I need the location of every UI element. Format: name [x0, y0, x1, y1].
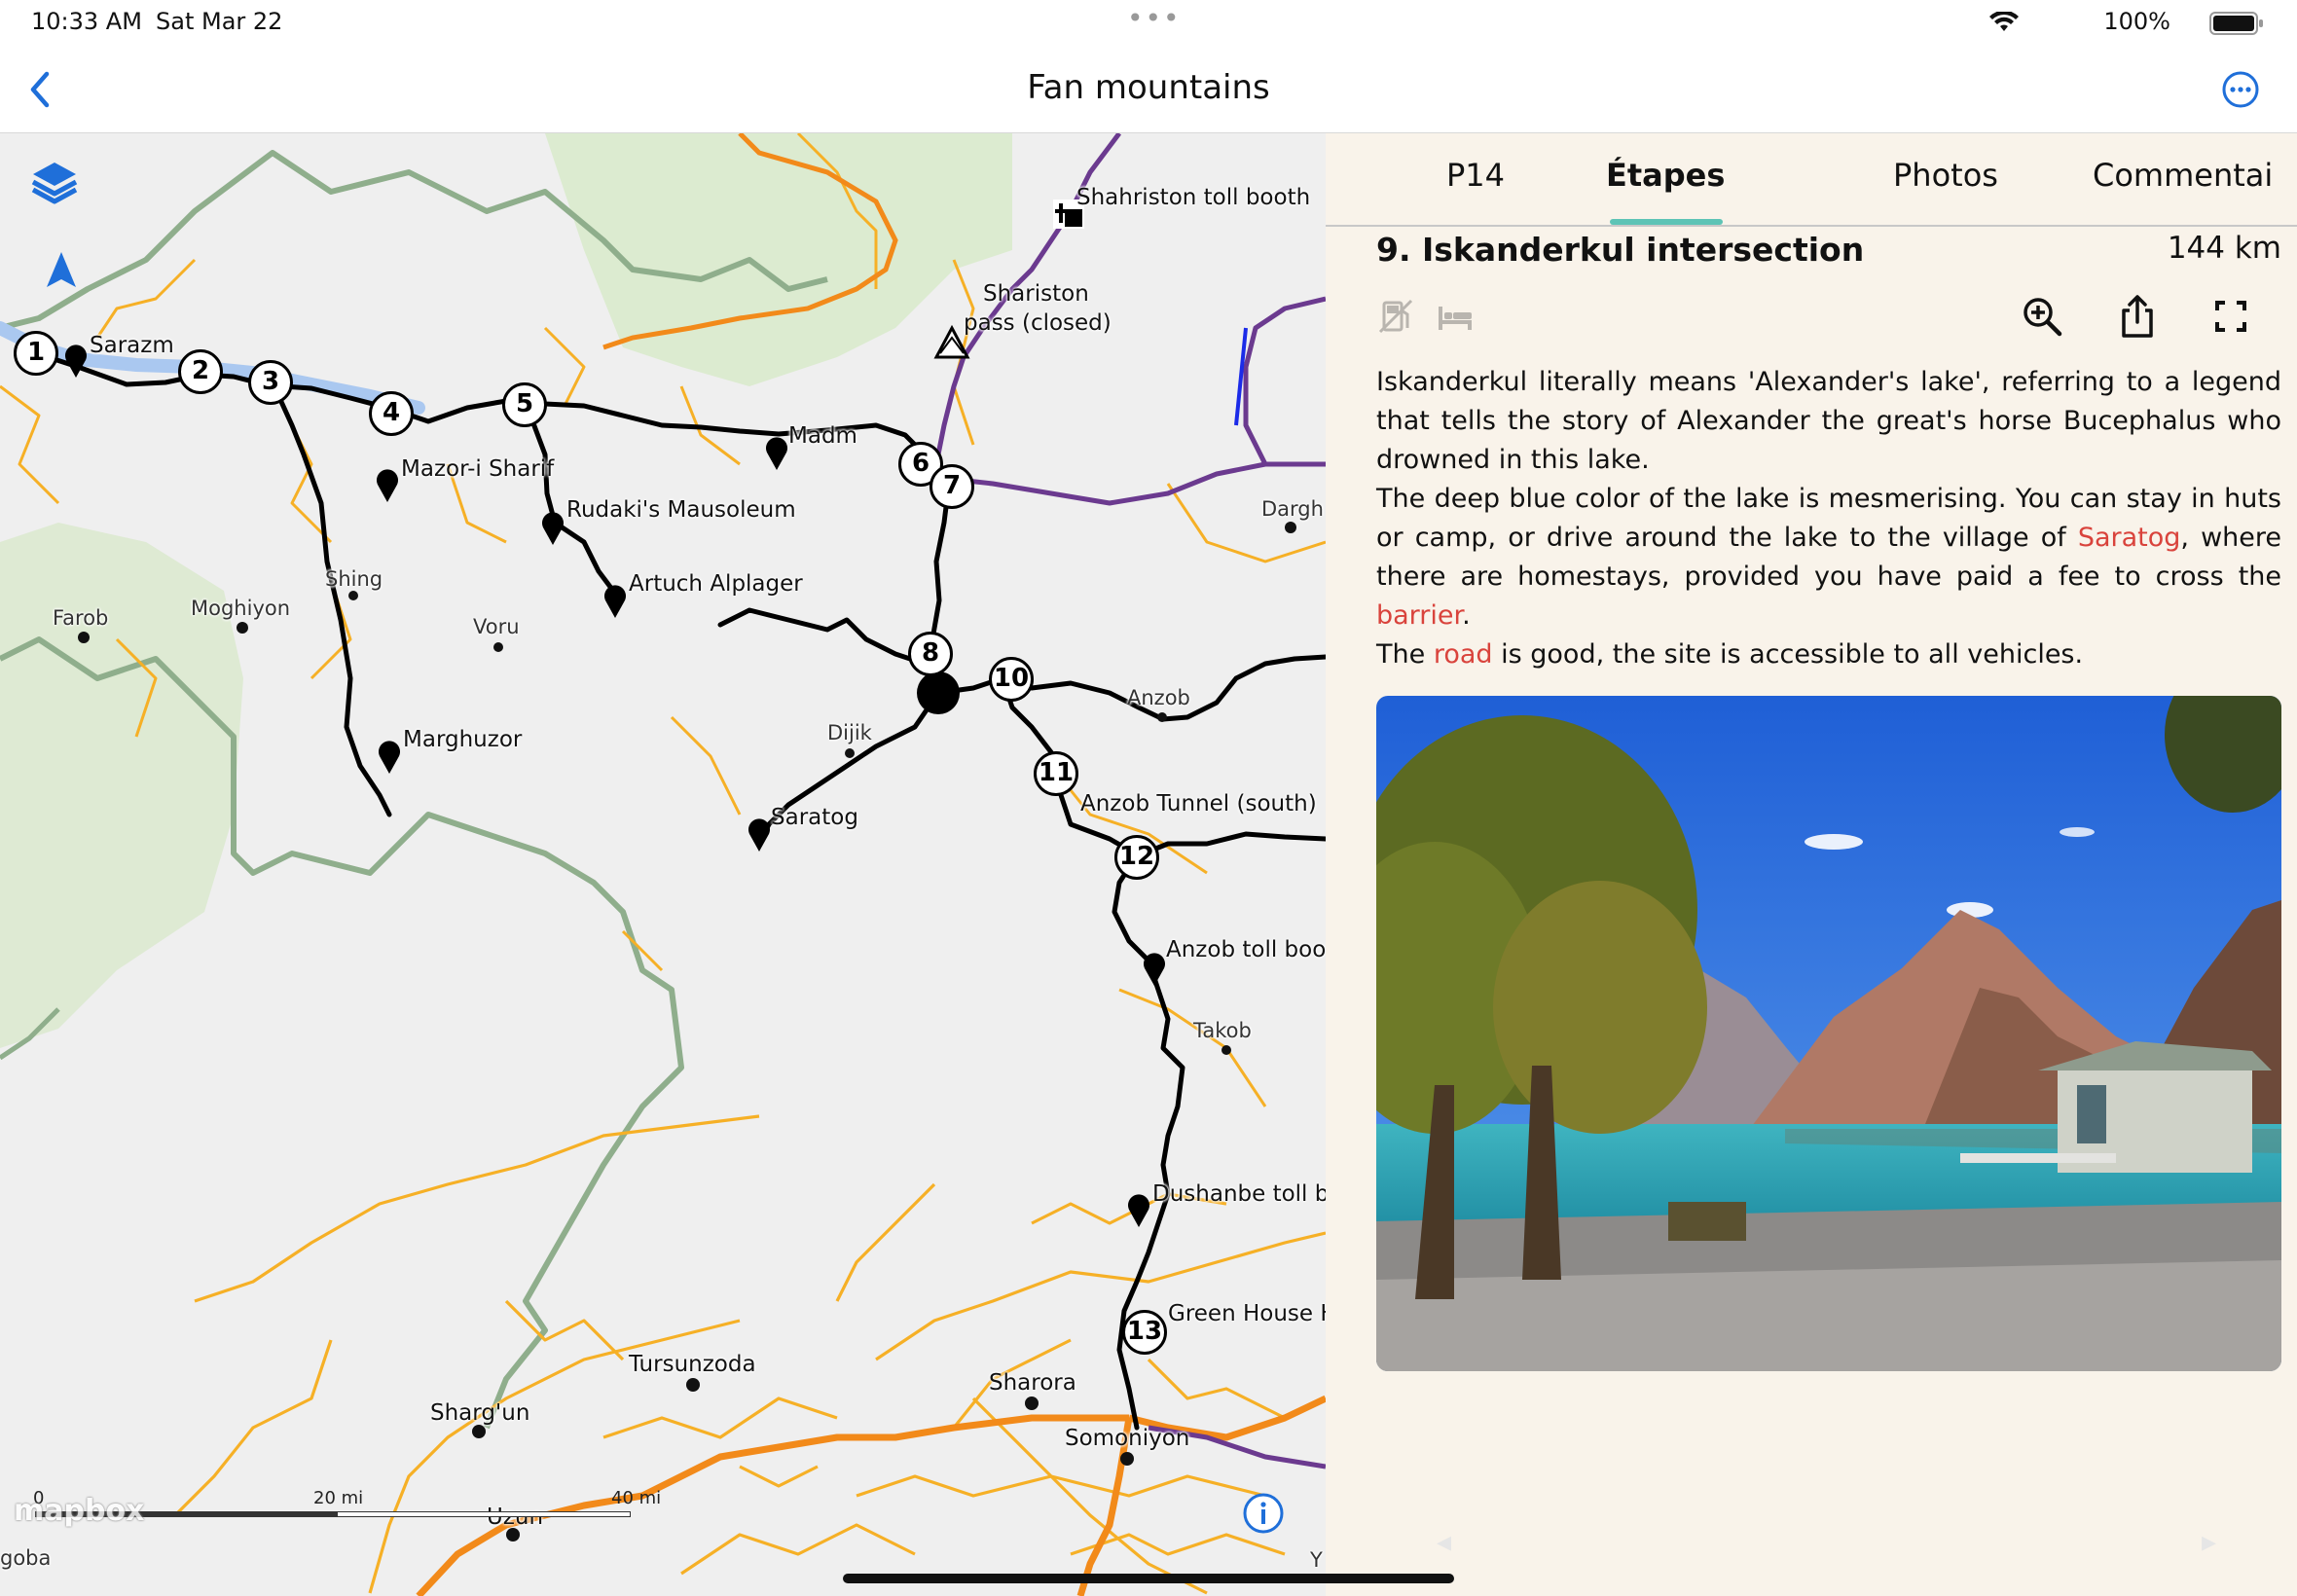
- poi-label-artuch: Artuch Alplager: [629, 571, 803, 597]
- ellipsis-circle-icon: [2222, 71, 2259, 108]
- stage-marker-5[interactable]: 5: [502, 382, 547, 427]
- poi-pin-saratog[interactable]: [746, 815, 773, 852]
- place-label-shargun: Sharg'un: [430, 1400, 530, 1426]
- stage-marker-13[interactable]: 13: [1122, 1310, 1167, 1355]
- lake-landscape-image: [1376, 696, 2281, 1371]
- stage-description: Iskanderkul literally means 'Alexander's…: [1376, 363, 2281, 674]
- battery-percent: 100%: [2103, 8, 2170, 35]
- link-barrier[interactable]: barrier: [1376, 600, 1462, 631]
- place-label-uzun: Uzun: [487, 1505, 544, 1530]
- pager-next-button[interactable]: ▸: [2202, 1525, 2216, 1559]
- place-label-goba: goba: [0, 1546, 52, 1570]
- location-arrow-icon: [47, 252, 76, 287]
- poi-label-shahriston-toll: Shahriston toll booth: [1076, 185, 1311, 210]
- scale-label-end: 40 mi: [611, 1488, 662, 1508]
- stage-marker-7[interactable]: 7: [930, 464, 974, 509]
- stage-marker-12[interactable]: 12: [1114, 835, 1159, 880]
- stage-photo[interactable]: [1376, 696, 2281, 1371]
- description-text: is good, the site is accessible to all v…: [1492, 639, 2084, 670]
- tab-bar: P14 Étapes Photos Commentai: [1326, 133, 2297, 227]
- tab-p14[interactable]: P14: [1446, 157, 1505, 194]
- poi-pin-dushanbe-toll[interactable]: [1125, 1190, 1152, 1227]
- poi-pin-madm[interactable]: [763, 433, 790, 470]
- zoom-in-icon[interactable]: [2019, 293, 2065, 340]
- stage-marker-1[interactable]: 1: [14, 331, 58, 376]
- tab-etapes[interactable]: Étapes: [1606, 157, 1725, 194]
- stage-marker-4[interactable]: 4: [369, 391, 414, 436]
- poi-label-sarazm: Sarazm: [90, 333, 174, 358]
- place-label-voru: Voru: [473, 615, 520, 638]
- poi-label-saratog: Saratog: [771, 805, 858, 830]
- place-label-farob: Farob: [53, 606, 109, 630]
- stage-distance: 144 km: [2167, 231, 2281, 266]
- link-saratog[interactable]: Saratog: [2078, 523, 2181, 553]
- share-icon[interactable]: [2114, 293, 2161, 340]
- place-label-shing: Shing: [325, 567, 383, 591]
- poi-pin-sarazm[interactable]: [62, 341, 90, 378]
- status-time: 10:33 AM: [31, 8, 142, 35]
- map-view[interactable]: 1 2 3 4 5 6 7 8 10 11 12 13 Sarazm Mazor…: [0, 133, 1326, 1596]
- place-label-tursunzoda: Tursunzoda: [629, 1352, 756, 1377]
- description-text: .: [1462, 600, 1471, 631]
- tab-photos[interactable]: Photos: [1893, 157, 1998, 194]
- link-road[interactable]: road: [1434, 639, 1493, 670]
- stage-marker-11[interactable]: 11: [1034, 751, 1078, 796]
- poi-label-rudaki: Rudaki's Mausoleum: [566, 497, 796, 523]
- poi-pin-rudaki[interactable]: [539, 508, 566, 545]
- poi-label-dushanbe-toll: Dushanbe toll bo: [1152, 1181, 1326, 1207]
- poi-label-shariston-pass-2: pass (closed): [964, 310, 1112, 336]
- fuel-icon: [1378, 299, 1413, 334]
- attribution-info-button[interactable]: [1242, 1492, 1285, 1535]
- status-bar: 10:33 AM Sat Mar 22 ••• 100%: [0, 0, 2297, 47]
- multitask-dots[interactable]: •••: [1127, 2, 1182, 34]
- mapbox-logo[interactable]: mapbox: [14, 1494, 144, 1528]
- poi-label-madm: Madm: [788, 423, 857, 449]
- stage-title: 9. Iskanderkul intersection: [1376, 231, 1865, 269]
- active-tab-indicator: [1610, 219, 1723, 225]
- poi-pin-anzob-toll[interactable]: [1141, 949, 1168, 986]
- place-label-takob: Takob: [1193, 1019, 1252, 1042]
- place-label-y: Y: [1310, 1548, 1323, 1572]
- place-label-dargh: Dargh: [1261, 497, 1324, 521]
- poi-pin-artuch[interactable]: [602, 581, 629, 618]
- layers-button[interactable]: [27, 157, 82, 211]
- scale-label-mid: 20 mi: [313, 1488, 364, 1508]
- detail-panel: P14 Étapes Photos Commentai 9. Iskanderk…: [1326, 133, 2297, 1596]
- poi-label-anzob-toll: Anzob toll bootl: [1166, 937, 1326, 962]
- poi-pin-marghuzor[interactable]: [376, 737, 403, 774]
- poi-label-shariston-pass-1: Shariston: [983, 281, 1089, 307]
- poi-label-anzob-tunnel: Anzob Tunnel (south): [1080, 791, 1317, 816]
- page-title: Fan mountains: [1027, 68, 1270, 107]
- place-label-anzob: Anzob: [1127, 686, 1190, 709]
- battery-icon: [2209, 12, 2263, 35]
- description-paragraph-3: The road is good, the site is accessible…: [1376, 635, 2281, 674]
- status-date: Sat Mar 22: [156, 8, 283, 35]
- layers-icon: [31, 163, 78, 204]
- wifi-icon: [1989, 12, 2019, 31]
- navigation-bar: Fan mountains: [0, 47, 2297, 133]
- description-paragraph-1: Iskanderkul literally means 'Alexander's…: [1376, 367, 2281, 475]
- info-icon: [1243, 1493, 1284, 1534]
- description-text: The: [1376, 639, 1434, 670]
- place-label-somoniyon: Somoniyon: [1065, 1426, 1190, 1451]
- home-indicator[interactable]: [843, 1574, 1454, 1583]
- stage-marker-3[interactable]: 3: [248, 360, 293, 405]
- stage-marker-8[interactable]: 8: [908, 632, 953, 676]
- stage-marker-10[interactable]: 10: [989, 657, 1034, 702]
- fullscreen-icon[interactable]: [2207, 293, 2254, 340]
- pager-prev-button[interactable]: ◂: [1437, 1525, 1451, 1559]
- poi-label-marghuzor: Marghuzor: [403, 727, 523, 752]
- poi-label-mazor: Mazor-i Sharif: [401, 456, 555, 482]
- poi-pin-mazor[interactable]: [374, 465, 401, 502]
- place-label-moghiyon: Moghiyon: [191, 597, 291, 620]
- place-label-sharora: Sharora: [989, 1370, 1076, 1396]
- locate-button[interactable]: [45, 250, 78, 289]
- bed-icon: [1439, 307, 1472, 330]
- place-label-dijik: Dijik: [827, 721, 872, 744]
- more-button[interactable]: [2221, 70, 2260, 109]
- description-paragraph-2: The deep blue color of the lake is mesme…: [1376, 480, 2281, 635]
- tab-commentaires[interactable]: Commentai: [2093, 157, 2273, 194]
- stage-marker-2[interactable]: 2: [178, 349, 223, 394]
- poi-label-green-house: Green House H: [1168, 1301, 1326, 1326]
